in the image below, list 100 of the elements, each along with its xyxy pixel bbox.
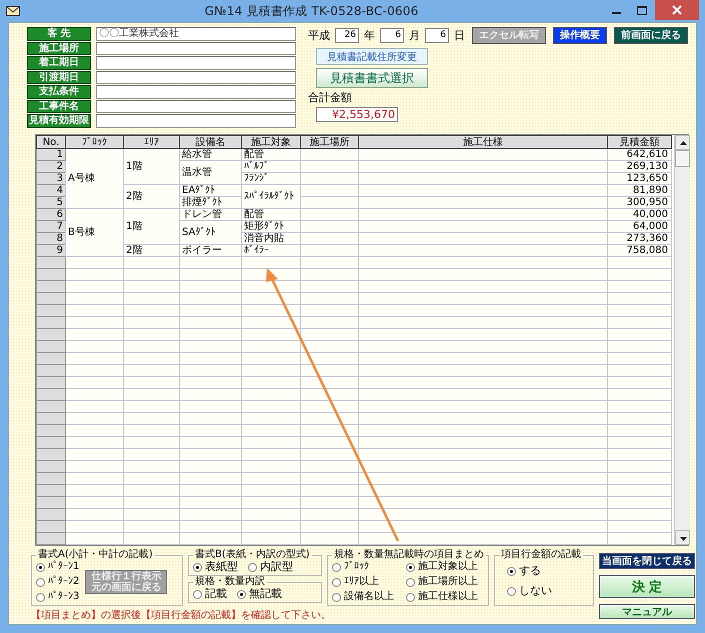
column-header[interactable]: 施工対象 (242, 136, 300, 148)
row-number[interactable]: 4 (36, 184, 66, 196)
field-label: 引渡期日 (27, 70, 91, 84)
toolbar-button[interactable]: 前画面に戻る (614, 26, 688, 44)
field-label: 着工期日 (27, 56, 91, 70)
column-header[interactable]: 施工仕様 (358, 136, 608, 148)
row-number[interactable]: 8 (36, 232, 66, 244)
row-number[interactable]: 7 (36, 220, 66, 232)
notice-text: 【項目まとめ】の選択後【項目行金額の記載】を確認して下さい。 (31, 608, 332, 622)
field-label: 見積有効期限 (27, 114, 91, 128)
table-cell: ボイラー (180, 244, 242, 256)
row-number[interactable]: 6 (36, 208, 66, 220)
table-cell: 1階 (124, 148, 180, 184)
row-number[interactable]: 9 (36, 244, 66, 256)
field-label: 客 先 (27, 27, 91, 40)
table-cell: ﾎﾞｲﾗｰ (242, 244, 300, 256)
amount-cell: 758,080 (608, 244, 672, 256)
column-header[interactable]: ｴﾘｱ (124, 136, 180, 148)
column-header[interactable]: No. (36, 136, 66, 148)
window-title: G№14 見積書作成 TK-0528-BC-0606 (204, 2, 420, 20)
group-title: 項目行金額の記載 (500, 549, 582, 561)
table-cell: EAﾀﾞｸﾄ (180, 184, 242, 196)
manual-button[interactable]: マニュアル (599, 604, 695, 619)
text-field[interactable] (96, 114, 296, 128)
text-field[interactable] (96, 56, 296, 70)
table-cell: 2階 (124, 244, 180, 256)
row-number[interactable]: 2 (36, 160, 66, 172)
amount-cell: 300,950 (608, 196, 672, 208)
amount-cell: 40,000 (608, 208, 672, 220)
text-field[interactable]: 〇〇工業株式会社 (96, 27, 296, 40)
scroll-thumb[interactable] (675, 150, 690, 167)
radio-option[interactable]: ﾊﾟﾀｰﾝ3 (36, 591, 80, 603)
field-label: 支払条件 (27, 85, 91, 98)
radio-option[interactable]: する (507, 565, 589, 577)
field-label: 施工場所 (27, 42, 91, 55)
month-label: 月 (409, 28, 420, 42)
format-select-button[interactable]: 見積書書式選択 (316, 68, 428, 88)
radio-option[interactable]: ｴﾘｱ以上 (332, 576, 400, 588)
year-field[interactable]: 26 (335, 28, 359, 42)
table-cell: 排煙ﾀﾞｸﾄ (180, 196, 242, 208)
column-header[interactable]: ﾌﾞﾛｯｸ (66, 136, 124, 148)
amount-cell: 81,890 (608, 184, 672, 196)
row-number[interactable]: 3 (36, 172, 66, 184)
column-header[interactable]: 見積金額 (608, 136, 672, 148)
table-cell: ﾌﾗﾝｼﾞ (242, 172, 300, 184)
table-cell: 配管 (242, 148, 300, 160)
table-cell: 給水管 (180, 148, 242, 160)
table-cell: 矩形ﾀﾞｸﾄ (242, 220, 300, 232)
table-cell: ドレン管 (180, 208, 242, 220)
radio-option[interactable]: 設備名以上 (332, 591, 400, 603)
scroll-down-icon[interactable] (675, 530, 690, 545)
amount-cell: 64,000 (608, 220, 672, 232)
amount-cell: 642,610 (608, 148, 672, 160)
text-field[interactable] (96, 100, 296, 113)
scroll-up-icon[interactable] (675, 135, 690, 150)
radio-option[interactable]: ﾊﾟﾀｰﾝ1 (36, 561, 80, 573)
column-header[interactable]: 設備名 (180, 136, 242, 148)
amount-cell: 269,130 (608, 160, 672, 172)
text-field[interactable] (96, 70, 296, 84)
toolbar-button[interactable]: 操作概要 (553, 26, 607, 44)
radio-option[interactable]: 施工場所以上 (406, 576, 484, 588)
table-cell: 配管 (242, 208, 300, 220)
envelope-icon (6, 6, 20, 16)
group-title: 書式A(小計・中計の記載) (37, 549, 154, 560)
group-title: 書式B(表紙・内訳の型式) (194, 549, 311, 561)
amount-cell: 273,360 (608, 232, 672, 244)
day-field[interactable]: 6 (425, 28, 449, 42)
table-cell: ﾊﾞﾙﾌﾞ (242, 160, 300, 172)
close-return-button[interactable]: 当画面を閉じて戻る (599, 553, 695, 569)
table-cell: ｽﾊﾟｲﾗﾙﾀﾞｸﾄ (242, 184, 300, 208)
minimize-icon (612, 12, 620, 14)
table-cell: 消音内貼 (242, 232, 300, 244)
era-label: 平成 (308, 28, 330, 42)
radio-option[interactable]: ﾊﾟﾀｰﾝ2 (36, 576, 80, 588)
scrollbar[interactable] (674, 135, 690, 545)
text-field[interactable] (96, 85, 296, 98)
radio-option[interactable]: 記載 (193, 588, 227, 600)
radio-option[interactable]: ﾌﾞﾛｯｸ (332, 561, 400, 573)
radio-option[interactable]: 内訳型 (248, 561, 293, 573)
group-title: 規格・数量内訳 (194, 576, 266, 588)
table-cell: 温水管 (180, 160, 242, 184)
month-field[interactable]: 6 (380, 28, 404, 42)
group-title: 規格・数量無記載時の項目まとめ (333, 549, 485, 560)
table-cell: SAﾀﾞｸﾄ (180, 220, 242, 244)
table-cell: 2階 (124, 184, 180, 208)
radio-option[interactable]: しない (507, 585, 589, 597)
row-number[interactable]: 5 (36, 196, 66, 208)
confirm-button[interactable]: 決 定 (599, 575, 695, 598)
year-label: 年 (364, 28, 375, 42)
table-cell: 1階 (124, 208, 180, 244)
row-number[interactable]: 1 (36, 148, 66, 160)
column-header[interactable]: 施工場所 (300, 136, 358, 148)
radio-option[interactable]: 無記載 (237, 588, 282, 600)
radio-option[interactable]: 表紙型 (193, 561, 238, 573)
close-button[interactable] (655, 0, 699, 20)
address-change-button[interactable]: 見積書記載住所変更 (316, 48, 428, 65)
day-label: 日 (454, 28, 465, 42)
radio-option[interactable]: 施工対象以上 (406, 561, 484, 573)
text-field[interactable] (96, 42, 296, 55)
radio-option[interactable]: 施工仕様以上 (406, 591, 484, 603)
